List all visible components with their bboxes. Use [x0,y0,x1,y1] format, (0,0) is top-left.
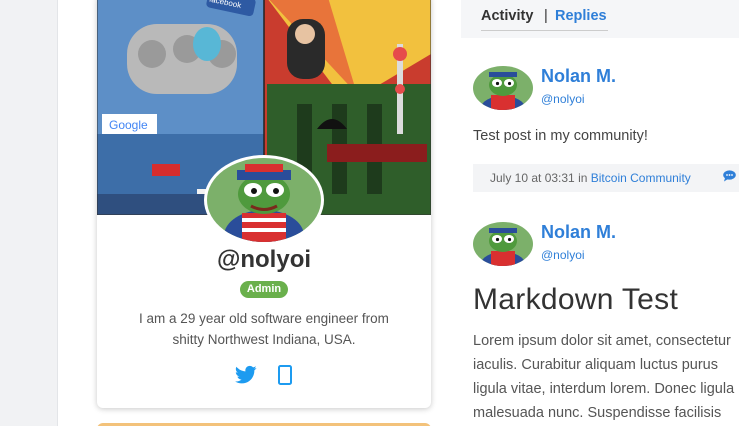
post-author-avatar[interactable] [473,66,533,110]
profile-bio: I am a 29 year old software engineer fro… [139,311,389,347]
comment-icon[interactable] [723,164,736,192]
admin-badge: Admin [240,281,288,298]
post-body: Test post in my community! [473,128,648,144]
post-title: Markdown Test [473,283,679,316]
post-body: Lorem ipsum dolor sit amet, consectetur … [473,329,739,425]
social-links [97,364,431,392]
banner-google-text: Google [109,118,148,132]
post-in-label: in [578,171,588,185]
profile-avatar [204,155,324,245]
post-item: Nolan M. @nolyoi [473,222,739,272]
tab-separator: | [544,8,548,24]
post-author-avatar[interactable] [473,222,533,266]
tabs-underline [481,30,608,31]
post-body-line: ligula vitae, interdum lorem. Donec ligu… [473,381,735,397]
post-body-line: Lorem ipsum dolor sit amet, consectetur [473,333,731,349]
post-author-username[interactable]: @nolyoi [541,248,585,262]
post-body-line: iaculis. Curabitur aliquam luctus purus [473,357,718,373]
profile-handle: @nolyoi [216,246,312,273]
pepe-avatar-image [207,158,321,242]
post-author-name[interactable]: Nolan M. [541,66,616,87]
left-sidebar [0,0,58,426]
twitter-icon[interactable] [234,365,257,391]
post-author-name[interactable]: Nolan M. [541,222,616,243]
post-body-line: malesuada nunc. Suspendisse facilisis [473,405,722,421]
post-meta-bar: July 10 at 03:31 in Bitcoin Community [473,164,739,192]
activity-tabs: Activity | Replies [461,0,739,38]
post-community-link[interactable]: Bitcoin Community [591,171,691,185]
post-item: Nolan M. @nolyoi Test post in my communi… [473,66,739,196]
post-date: July 10 at 03:31 [490,171,575,185]
post-author-username[interactable]: @nolyoi [541,92,585,106]
github-icon[interactable] [277,364,293,392]
tab-replies[interactable]: Replies [555,8,607,24]
tab-activity[interactable]: Activity [481,8,533,24]
profile-card: facebook Google @nolyoi Admin I am a 29 … [97,0,431,408]
